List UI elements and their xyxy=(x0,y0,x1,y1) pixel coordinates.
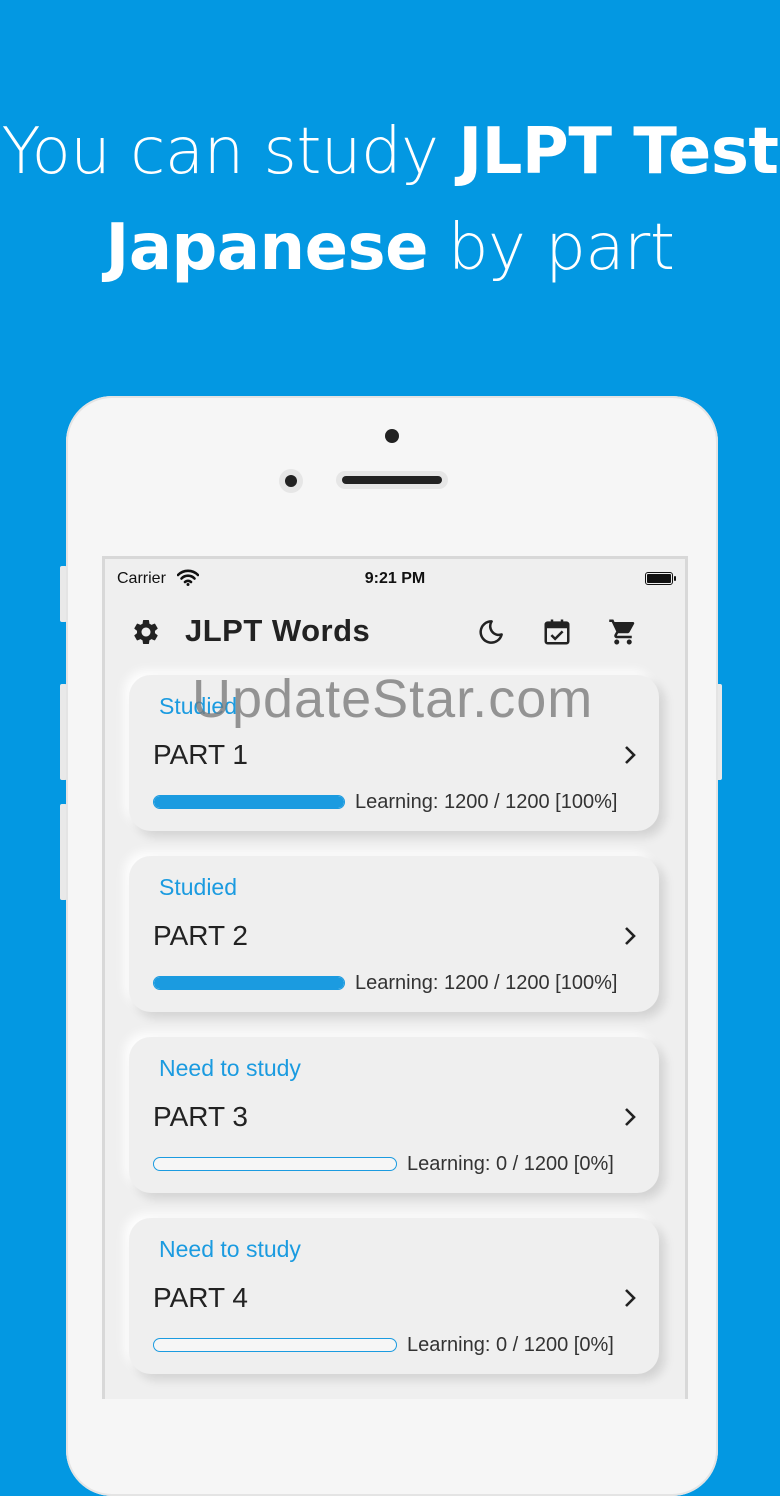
headline-line-1: You can study JLPT Test xyxy=(0,104,780,200)
app-bar: JLPT Words xyxy=(105,607,685,659)
progress-label: Learning: 1200 / 1200 [100%] xyxy=(355,972,618,994)
progress-bar xyxy=(153,795,345,809)
progress-label: Learning: 1200 / 1200 [100%] xyxy=(355,791,618,813)
headline-text: You can study xyxy=(1,115,459,189)
progress-bar xyxy=(153,1338,397,1352)
part-card[interactable]: Studied PART 2 Learning: 1200 / 1200 [10… xyxy=(129,856,659,1012)
card-title: PART 2 xyxy=(153,920,248,951)
headline-line-2: Japanese by part xyxy=(0,200,780,296)
status-bar: Carrier 9:21 PM xyxy=(105,559,685,599)
cart-icon[interactable] xyxy=(608,617,638,647)
card-title: PART 1 xyxy=(153,739,248,770)
chevron-right-icon xyxy=(625,1108,636,1126)
app-title: JLPT Words xyxy=(185,613,371,648)
chevron-right-icon xyxy=(625,1289,636,1307)
moon-icon[interactable] xyxy=(476,617,506,647)
gear-icon[interactable] xyxy=(131,617,161,647)
part-card[interactable]: Need to study PART 4 Learning: 0 / 1200 … xyxy=(129,1218,659,1374)
watermark: UpdateStar.com xyxy=(192,669,594,729)
phone-speaker xyxy=(336,471,448,489)
progress-label: Learning: 0 / 1200 [0%] xyxy=(407,1153,614,1175)
progress-label: Learning: 0 / 1200 [0%] xyxy=(407,1334,614,1356)
phone-sensor xyxy=(385,429,399,443)
card-status: Need to study xyxy=(159,1055,301,1081)
card-title: PART 3 xyxy=(153,1101,248,1132)
card-title: PART 4 xyxy=(153,1282,248,1313)
progress-bar xyxy=(153,1157,397,1171)
card-status: Studied xyxy=(159,874,238,900)
phone-camera xyxy=(279,469,303,493)
headline-bold-text: Japanese xyxy=(105,211,429,285)
status-time: 9:21 PM xyxy=(364,570,426,587)
chevron-right-icon xyxy=(625,927,636,945)
progress-fill xyxy=(154,977,344,989)
card-status: Need to study xyxy=(159,1236,301,1262)
battery-icon xyxy=(645,572,676,585)
headline-text: by part xyxy=(428,211,675,285)
headline-bold-text: JLPT Test xyxy=(458,115,779,189)
part-card[interactable]: Need to study PART 3 Learning: 0 / 1200 … xyxy=(129,1037,659,1193)
progress-bar xyxy=(153,976,345,990)
chevron-right-icon xyxy=(625,746,636,764)
progress-fill xyxy=(154,796,344,808)
calendar-check-icon[interactable] xyxy=(542,617,572,647)
